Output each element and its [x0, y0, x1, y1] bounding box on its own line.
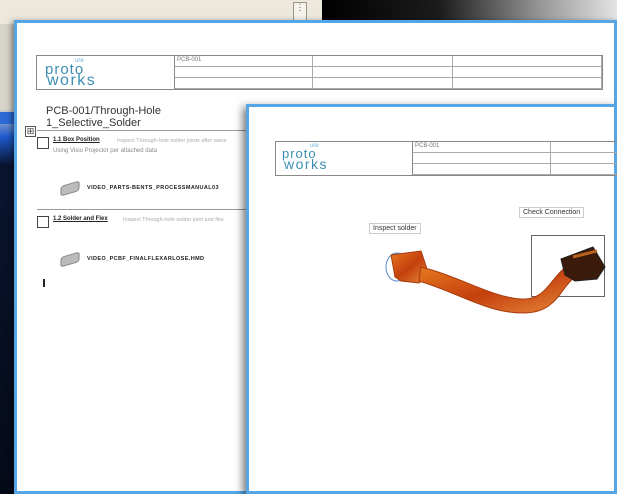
flex-cable-body — [418, 266, 576, 314]
header-doc-code: PCB-001 — [413, 142, 551, 153]
header-cell — [453, 78, 602, 89]
proto-works-logo: ure proto works — [276, 142, 413, 175]
header-cell — [453, 67, 602, 78]
header-cell — [313, 67, 453, 78]
expand-collapse-icon[interactable]: ⊞ — [25, 126, 36, 137]
text-cursor — [43, 279, 45, 287]
flex-cable-image — [385, 246, 606, 314]
doc-title-line1: PCB-001/Through-Hole — [46, 105, 161, 117]
image-header-table: ure proto works PCB-001 — [275, 141, 617, 176]
image-window[interactable]: ure proto works PCB-001 Inspect solder C… — [246, 104, 617, 494]
inspect-solder-callout: Inspect solder — [369, 223, 421, 234]
video-file-icon[interactable] — [60, 251, 80, 268]
background-left-strip — [0, 24, 14, 494]
logo-text-works: works — [284, 156, 329, 172]
step-title[interactable]: 1.1 Box Position — [53, 137, 100, 143]
scroll-button[interactable]: ⋮ — [293, 2, 307, 22]
doc-title-line2: 1_Selective_Solder — [46, 117, 141, 129]
header-cell — [175, 78, 313, 89]
header-grid: PCB-001 — [413, 142, 617, 175]
step-description: Inspect Through-hole solder joint and fl… — [123, 217, 224, 223]
header-cell — [175, 67, 313, 78]
attachment-filename[interactable]: VIDEO_PCBF_FINALFLEXARLOSE.HMD — [87, 256, 204, 262]
header-cell — [413, 153, 551, 164]
video-file-icon[interactable] — [60, 180, 80, 197]
header-doc-code: PCB-001 — [175, 56, 313, 67]
proto-works-logo: ure proto works — [37, 56, 175, 89]
divider — [37, 209, 249, 210]
divider — [37, 130, 267, 131]
doc-title: PCB-001/Through-Hole 1_Selective_Solder — [46, 105, 161, 129]
background-gradient — [322, 0, 617, 22]
header-cell — [551, 164, 617, 175]
header-cell — [453, 56, 602, 67]
flex-connector-right — [560, 246, 606, 282]
background-left-tab[interactable] — [0, 112, 14, 124]
step-title[interactable]: 1.2 Solder and Flex — [53, 216, 108, 222]
header-cell — [313, 56, 453, 67]
header-cell — [413, 164, 551, 175]
header-grid: PCB-001 — [175, 56, 602, 89]
header-cell — [551, 142, 617, 153]
check-connection-callout: Check Connection — [519, 207, 585, 218]
step-description: Inspect Through-hole solder joints after… — [117, 138, 227, 144]
attachment-filename[interactable]: VIDEO_PARTS-BENTS_PROCESSMANUAL03 — [87, 185, 219, 191]
step-subtext: Using Visio Projector per attached data — [53, 148, 157, 154]
header-cell — [551, 153, 617, 164]
logo-text-works: works — [47, 72, 97, 89]
header-cell — [313, 78, 453, 89]
step-checkbox[interactable] — [37, 137, 49, 149]
step-checkbox[interactable] — [37, 216, 49, 228]
doc-header-table: ure proto works PCB-001 — [36, 55, 603, 90]
